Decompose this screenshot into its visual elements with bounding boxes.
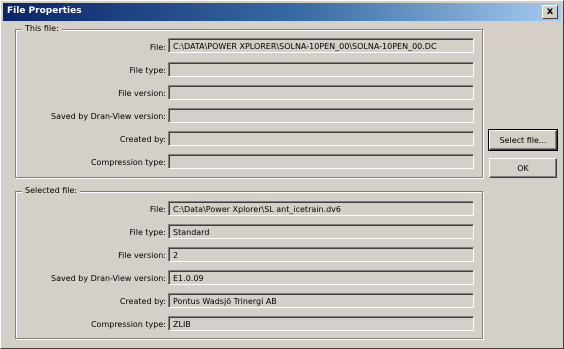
- this-file-compression-label: Compression type:: [90, 158, 166, 167]
- dialog-title: File Properties: [7, 6, 82, 16]
- selected-file-group: Selected file: File: C:\Data\Power Xplor…: [15, 186, 483, 339]
- this-file-type-field[interactable]: [168, 62, 474, 77]
- selected-file-legend: Selected file:: [22, 186, 81, 195]
- selected-file-saved-by-label: Saved by Dran-View version:: [51, 274, 166, 283]
- this-file-created-by-label: Created by:: [119, 135, 166, 144]
- selected-file-type-field[interactable]: Standard: [168, 224, 474, 239]
- selected-file-saved-by-field[interactable]: E1.0.09: [168, 270, 474, 285]
- this-file-saved-by-field[interactable]: [168, 108, 474, 123]
- selected-file-file-label: File:: [149, 205, 166, 214]
- this-file-legend: This file:: [22, 24, 62, 33]
- close-button[interactable]: x: [542, 5, 558, 19]
- select-file-button[interactable]: Select file...: [488, 129, 558, 151]
- this-file-file-label: File:: [149, 43, 166, 52]
- selected-file-compression-label: Compression type:: [90, 320, 166, 329]
- selected-file-file-field[interactable]: C:\Data\Power Xplorer\SL ant_icetrain.dv…: [168, 201, 474, 216]
- this-file-file-field[interactable]: C:\DATA\POWER XPLORER\SOLNA-10PEN_00\SOL…: [168, 38, 474, 53]
- this-file-version-field[interactable]: [168, 85, 474, 100]
- this-file-type-label: File type:: [129, 66, 167, 75]
- this-file-created-by-field[interactable]: [168, 131, 474, 146]
- this-file-compression-field[interactable]: [168, 154, 474, 169]
- selected-file-compression-field[interactable]: ZLIB: [168, 316, 474, 331]
- file-properties-dialog: File Properties x This file: File: C:\DA…: [0, 0, 564, 349]
- this-file-version-label: File version:: [118, 89, 166, 98]
- ok-button[interactable]: OK: [489, 158, 557, 178]
- selected-file-version-field[interactable]: 2: [168, 247, 474, 262]
- selected-file-version-label: File version:: [118, 251, 166, 260]
- this-file-group: This file: File: C:\DATA\POWER XPLORER\S…: [15, 24, 483, 178]
- selected-file-created-by-label: Created by:: [119, 297, 166, 306]
- selected-file-type-label: File type:: [129, 228, 167, 237]
- selected-file-created-by-field[interactable]: Pontus Wadsjö Trinergi AB: [168, 293, 474, 308]
- this-file-saved-by-label: Saved by Dran-View version:: [51, 112, 166, 121]
- title-bar[interactable]: File Properties x: [3, 3, 561, 21]
